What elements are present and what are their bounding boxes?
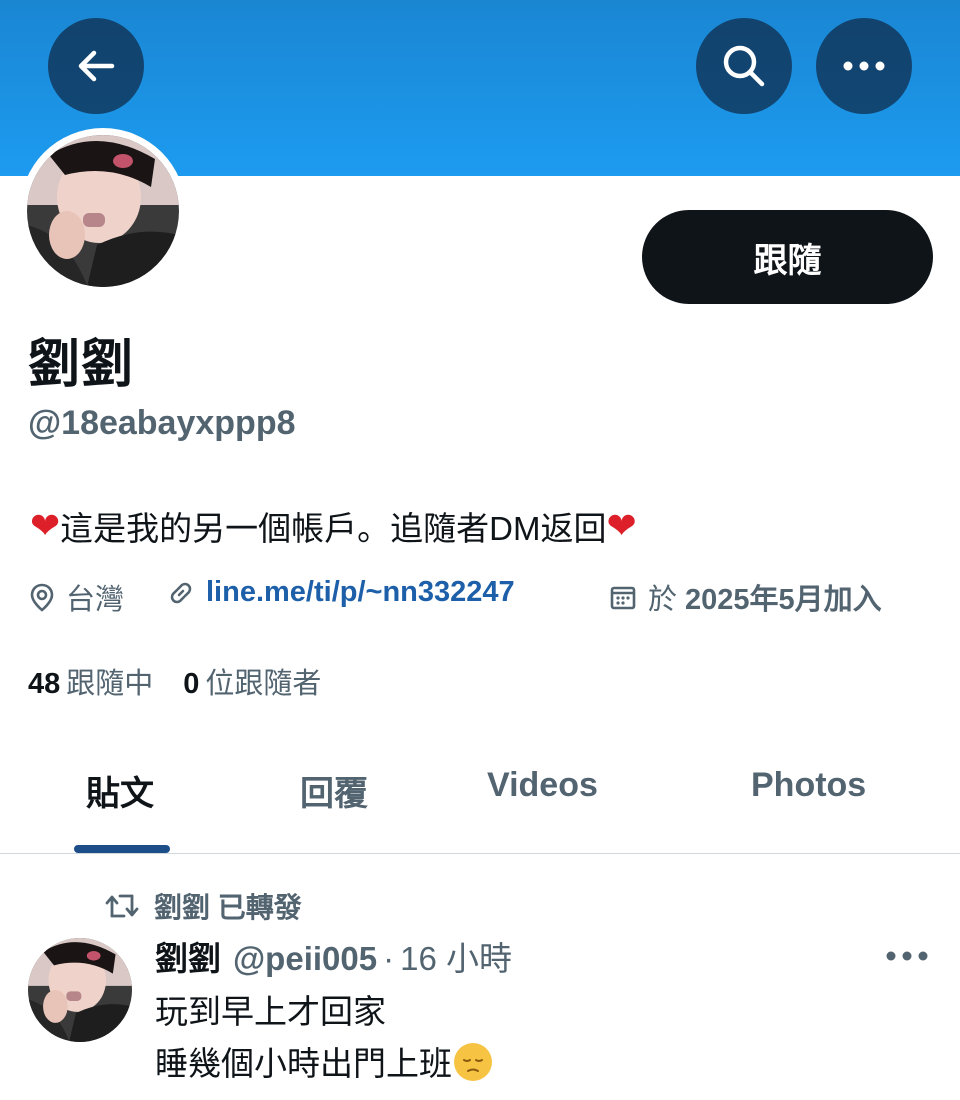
tab-posts[interactable]: 貼文 <box>86 766 154 815</box>
post-author-handle[interactable]: @peii005 <box>233 940 377 978</box>
heart-emoji-icon: ❤ <box>606 505 637 546</box>
profile-stats: 48 跟隨中 0 位跟隨者 <box>28 660 321 702</box>
join-date-text: 2025年5月加入 <box>685 584 882 616</box>
profile-handle: @18eabayxppp8 <box>28 404 296 442</box>
post-line-2: 睡幾個小時出門上班 <box>155 1038 492 1090</box>
search-button[interactable] <box>696 18 792 114</box>
post-header: 劉劉 @peii005 · 16 小時 <box>155 932 512 980</box>
post-more-button[interactable] <box>880 936 934 976</box>
following-stat[interactable]: 48 跟隨中 <box>28 660 153 702</box>
active-tab-indicator <box>74 845 170 853</box>
profile-website[interactable]: line.me/ti/p/~nn332247 <box>166 576 515 609</box>
post-separator: · <box>383 940 395 977</box>
heart-emoji-icon: ❤ <box>30 505 61 546</box>
tab-photos[interactable]: Photos <box>751 766 866 805</box>
profile-avatar-frame[interactable] <box>20 128 186 294</box>
more-horizontal-icon <box>843 61 885 71</box>
back-button[interactable] <box>48 18 144 114</box>
profile-location: 台灣 <box>28 576 124 618</box>
followers-label: 位跟隨者 <box>205 668 322 700</box>
tab-replies[interactable]: 回覆 <box>300 766 368 815</box>
profile-bio: ❤ 這是我的另一個帳戶。追隨者DM返回 ❤ <box>30 502 637 550</box>
calendar-icon <box>610 586 636 610</box>
following-label: 跟隨中 <box>66 668 154 700</box>
post-body: 玩到早上才回家 睡幾個小時出門上班 <box>155 986 492 1090</box>
repost-indicator: 劉劉 已轉發 <box>104 886 302 926</box>
followers-stat[interactable]: 0 位跟隨者 <box>183 660 321 702</box>
avatar-photo <box>28 938 132 1042</box>
avatar-photo <box>27 135 179 287</box>
following-count: 48 <box>28 668 61 700</box>
pensive-face-emoji-icon <box>454 1043 492 1081</box>
post-line: 玩到早上才回家 <box>155 993 386 1030</box>
avatar <box>27 135 179 287</box>
location-pin-icon <box>30 583 54 612</box>
link-icon <box>170 582 192 603</box>
join-prefix: 於 <box>648 584 678 616</box>
search-icon <box>723 45 765 87</box>
profile-tabs: 貼文 回覆 Videos Photos <box>0 740 960 854</box>
follow-button[interactable]: 跟隨 <box>642 210 933 304</box>
more-horizontal-icon <box>886 951 928 961</box>
tab-videos[interactable]: Videos <box>487 766 598 805</box>
more-options-button[interactable] <box>816 18 912 114</box>
repost-icon <box>105 894 139 918</box>
profile-display-name: 劉劉 <box>28 336 135 394</box>
location-text: 台灣 <box>66 584 125 616</box>
post-line-text: 睡幾個小時出門上班 <box>155 1045 452 1082</box>
website-link[interactable]: line.me/ti/p/~nn332247 <box>206 576 515 609</box>
profile-join-date: 於 2025年5月加入 <box>608 576 882 618</box>
followers-count: 0 <box>183 668 200 700</box>
post-author-avatar[interactable] <box>28 938 132 1042</box>
bio-text: 這是我的另一個帳戶。追隨者DM返回 <box>60 510 607 547</box>
post-author-name[interactable]: 劉劉 <box>155 932 221 980</box>
arrow-left-icon <box>78 50 115 82</box>
post-timestamp[interactable]: 16 小時 <box>400 932 512 980</box>
repost-text: 劉劉 已轉發 <box>154 892 302 923</box>
